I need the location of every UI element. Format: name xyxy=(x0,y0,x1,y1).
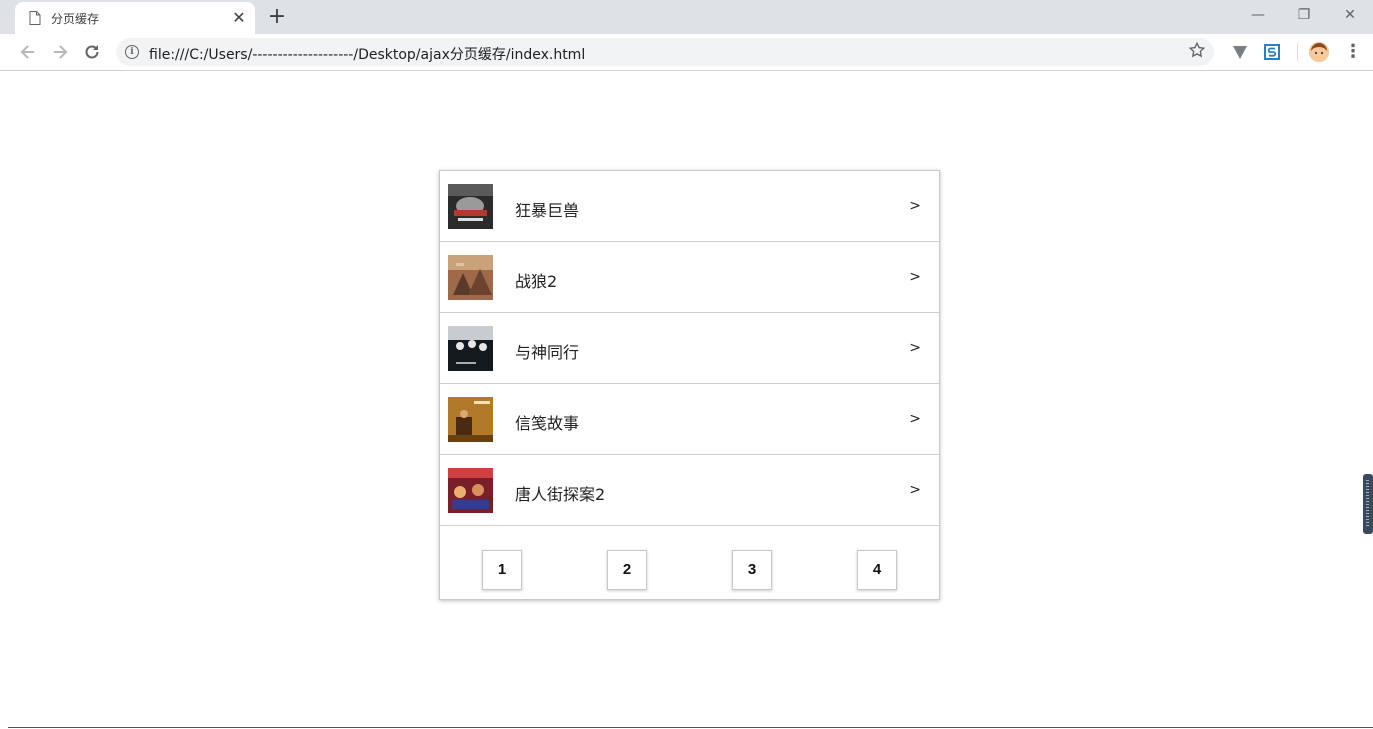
vpn-extension-icon[interactable] xyxy=(1231,43,1249,61)
side-scroll-handle[interactable] xyxy=(1363,474,1373,534)
back-icon[interactable] xyxy=(18,42,38,62)
tab-close-icon[interactable]: ✕ xyxy=(231,10,247,26)
chevron-right-icon: > xyxy=(909,269,921,285)
chevron-right-icon: > xyxy=(909,340,921,356)
tab-title: 分页缓存 xyxy=(51,12,100,26)
page-button-3[interactable]: 3 xyxy=(732,550,772,590)
list-item[interactable]: 信笺故事 > xyxy=(440,384,939,455)
browser-toolbar: i file:///C:/Users/--------------------/… xyxy=(0,34,1373,71)
bottom-divider xyxy=(8,727,1373,728)
s-extension-icon[interactable] xyxy=(1263,43,1281,61)
chevron-right-icon: > xyxy=(909,482,921,498)
forward-icon[interactable] xyxy=(50,42,70,62)
chevron-right-icon: > xyxy=(909,198,921,214)
chevron-right-icon: > xyxy=(909,411,921,427)
info-icon[interactable]: i xyxy=(125,45,139,59)
new-tab-button[interactable]: + xyxy=(266,6,288,28)
toolbar-divider xyxy=(1297,43,1298,61)
movie-poster xyxy=(448,397,493,442)
menu-icon[interactable]: ⋮ xyxy=(1344,42,1362,62)
page-button-1[interactable]: 1 xyxy=(482,550,522,590)
page-button-4[interactable]: 4 xyxy=(857,550,897,590)
movie-list-card: 狂暴巨兽 > 战狼2 > 与神同行 > 信笺故事 > 唐人街探案2 > 1 2 … xyxy=(439,170,940,600)
document-icon xyxy=(29,11,41,25)
active-tab[interactable]: 分页缓存 ✕ xyxy=(15,2,255,34)
close-window-button[interactable]: ✕ xyxy=(1338,6,1362,24)
movie-title: 与神同行 xyxy=(515,343,580,362)
movie-title: 狂暴巨兽 xyxy=(515,201,580,220)
list-item[interactable]: 唐人街探案2 > xyxy=(440,455,939,526)
page-button-2[interactable]: 2 xyxy=(607,550,647,590)
avatar[interactable] xyxy=(1309,42,1329,62)
movie-poster xyxy=(448,468,493,513)
list-item[interactable]: 狂暴巨兽 > xyxy=(440,171,939,242)
movie-poster xyxy=(448,326,493,371)
star-icon[interactable] xyxy=(1188,41,1206,59)
movie-title: 战狼2 xyxy=(515,272,558,291)
movie-title: 唐人街探案2 xyxy=(515,485,606,504)
movie-title: 信笺故事 xyxy=(515,414,580,433)
list-item[interactable]: 与神同行 > xyxy=(440,313,939,384)
movie-poster xyxy=(448,184,493,229)
address-bar[interactable]: i file:///C:/Users/--------------------/… xyxy=(116,38,1214,66)
url-text[interactable]: file:///C:/Users/--------------------/De… xyxy=(149,44,585,64)
restore-button[interactable]: ❐ xyxy=(1292,6,1316,24)
list-item[interactable]: 战狼2 > xyxy=(440,242,939,313)
tab-strip: 分页缓存 ✕ + — ❐ ✕ xyxy=(0,0,1373,34)
pagination: 1 2 3 4 xyxy=(440,526,939,601)
reload-icon[interactable] xyxy=(82,42,102,62)
minimize-button[interactable]: — xyxy=(1246,6,1270,24)
movie-poster xyxy=(448,255,493,300)
